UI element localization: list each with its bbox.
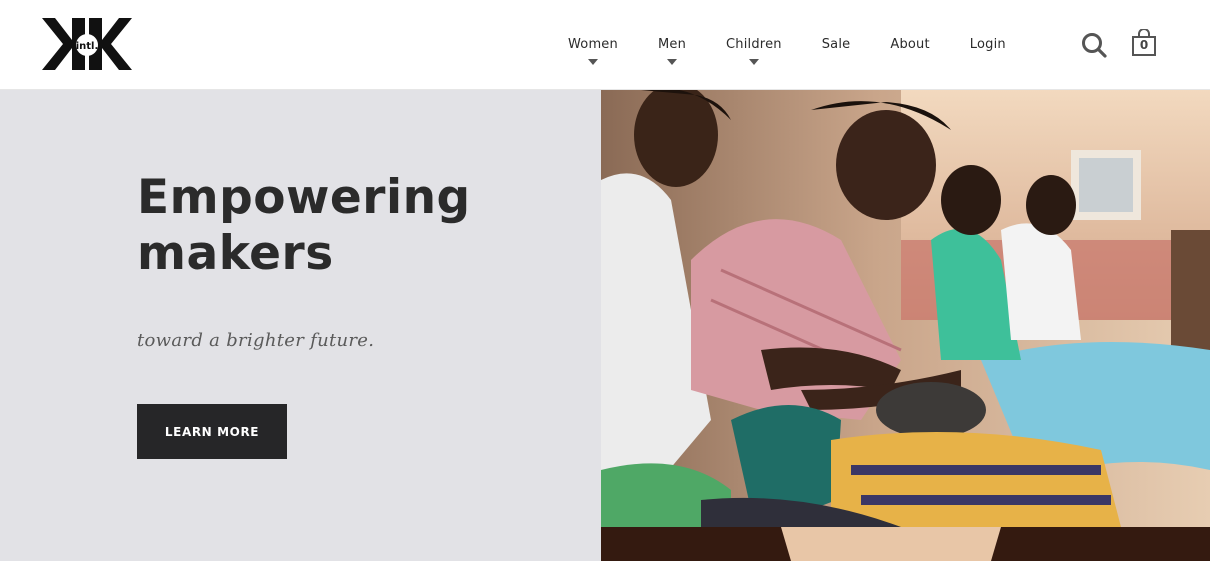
hero-title-line2: makers — [137, 226, 334, 281]
caret-down-icon — [748, 59, 759, 65]
nav-item-children[interactable]: Children — [706, 0, 802, 90]
hero-title-line1: Empowering — [137, 170, 471, 225]
caret-down-icon — [587, 59, 598, 65]
site-header: intl. Women Men Children Sale About Logi… — [0, 0, 1210, 90]
search-icon[interactable] — [1080, 31, 1108, 59]
hero-text-panel: Empowering makers toward a brighter futu… — [0, 90, 601, 561]
cart-count: 0 — [1139, 38, 1149, 52]
main-nav: Women Men Children Sale About Login — [548, 0, 1026, 90]
nav-item-sale[interactable]: Sale — [802, 0, 871, 90]
logo-mark: intl. — [42, 18, 132, 70]
nav-item-women[interactable]: Women — [548, 0, 638, 90]
second-image-peek — [601, 527, 1210, 561]
nav-item-men[interactable]: Men — [638, 0, 706, 90]
logo-text: intl. — [76, 41, 99, 52]
nav-label-women: Women — [568, 37, 618, 52]
nav-label-children: Children — [726, 37, 782, 52]
hero-subtitle: toward a brighter future. — [137, 330, 375, 351]
nav-label-about: About — [890, 36, 930, 52]
brand-logo[interactable]: intl. — [42, 18, 132, 70]
cart-button[interactable]: 0 — [1131, 28, 1157, 59]
hero-title: Empowering makers — [137, 170, 557, 282]
nav-item-login[interactable]: Login — [950, 0, 1026, 90]
nav-label-login: Login — [969, 36, 1006, 52]
learn-more-button[interactable]: LEARN MORE — [137, 404, 287, 459]
caret-down-icon — [666, 59, 677, 65]
nav-label-men: Men — [657, 37, 687, 52]
nav-item-about[interactable]: About — [870, 0, 949, 90]
nav-label-sale: Sale — [821, 36, 851, 52]
hero-image — [601, 90, 1210, 527]
